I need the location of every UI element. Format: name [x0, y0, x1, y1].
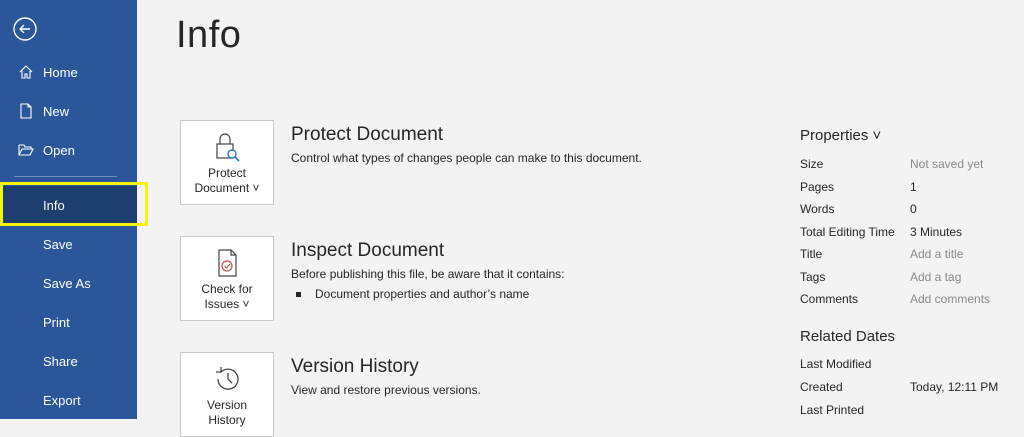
lock-search-icon [212, 131, 242, 163]
new-document-icon [18, 103, 34, 119]
tags-field[interactable]: Add a tag [910, 270, 961, 284]
nav-item-label: Export [43, 392, 81, 408]
nav-item-label: Open [43, 142, 75, 158]
property-value: 0 [910, 202, 917, 216]
nav-item-info[interactable]: Info [0, 186, 137, 224]
folder-open-icon [18, 142, 34, 158]
card-label-line2: Document ˅ [194, 181, 260, 195]
property-key: Pages [800, 180, 835, 194]
home-icon [18, 64, 34, 80]
card-label-line1: Version [206, 398, 248, 412]
nav-item-export[interactable]: Export [0, 381, 137, 419]
property-key: Title [800, 247, 823, 261]
property-key: Comments [800, 292, 859, 306]
nav-item-new[interactable]: New [0, 92, 137, 130]
bullet-icon [296, 291, 301, 297]
property-key: Tags [800, 270, 826, 284]
version-history-button[interactable]: Version History [180, 352, 274, 437]
property-key: Size [800, 157, 824, 171]
history-clock-icon [212, 363, 242, 395]
nav-item-save[interactable]: Save [0, 225, 137, 263]
related-dates-title: Related Dates [800, 328, 896, 345]
property-key: Words [800, 202, 835, 216]
card-label-line1: Check for [201, 282, 253, 296]
protect-document-label: Protect Document ˅ [194, 166, 259, 196]
nav-item-share[interactable]: Share [0, 342, 137, 380]
nav-item-label: Save As [43, 275, 91, 291]
bullet-text: Document properties and author’s name [315, 287, 530, 301]
back-arrow-icon[interactable] [12, 16, 38, 42]
nav-item-home[interactable]: Home [0, 53, 137, 91]
inspect-document-icon [212, 247, 242, 279]
inspect-bullet-item: Document properties and author’s name [296, 287, 529, 301]
properties-dropdown[interactable]: Properties ˅ [800, 127, 881, 144]
nav-item-save-as[interactable]: Save As [0, 264, 137, 302]
card-label-line2: Issues ˅ [204, 297, 250, 311]
protect-document-button[interactable]: Protect Document ˅ [180, 120, 274, 205]
property-value: Not saved yet [910, 157, 984, 171]
comments-field[interactable]: Add comments [910, 292, 990, 306]
nav-item-label: Save [43, 236, 73, 252]
property-key: Total Editing Time [800, 225, 895, 239]
nav-item-label: Print [43, 314, 70, 330]
version-history-description: View and restore previous versions. [291, 383, 481, 397]
nav-item-label: Home [43, 64, 78, 80]
protect-document-title: Protect Document [291, 124, 444, 145]
page-title: Info [176, 14, 242, 56]
nav-item-label: Share [43, 353, 78, 369]
nav-item-open[interactable]: Open [0, 131, 137, 169]
inspect-document-description: Before publishing this file, be aware th… [291, 267, 565, 281]
property-value: 3 Minutes [910, 225, 963, 239]
nav-item-label: Info [43, 197, 65, 213]
nav-item-label: New [43, 103, 70, 119]
date-value: Today, 12:11 PM [910, 380, 999, 394]
card-label-line1: Protect [207, 166, 246, 180]
date-key: Created [800, 380, 843, 394]
check-for-issues-label: Check for Issues ˅ [201, 282, 252, 312]
date-key: Last Printed [800, 403, 865, 417]
version-history-title: Version History [291, 356, 419, 377]
check-for-issues-button[interactable]: Check for Issues ˅ [180, 236, 274, 321]
nav-item-print[interactable]: Print [0, 303, 137, 341]
protect-document-description: Control what types of changes people can… [291, 151, 642, 165]
backstage-sidebar: Home New Open Info Save Save As Print Sh… [0, 0, 137, 419]
inspect-document-title: Inspect Document [291, 240, 445, 261]
version-history-label: Version History [207, 398, 247, 428]
date-key: Last Modified [800, 357, 872, 371]
nav-divider [14, 176, 117, 177]
title-field[interactable]: Add a title [910, 247, 963, 261]
property-value: 1 [910, 180, 917, 194]
card-label-line2: History [208, 413, 246, 427]
